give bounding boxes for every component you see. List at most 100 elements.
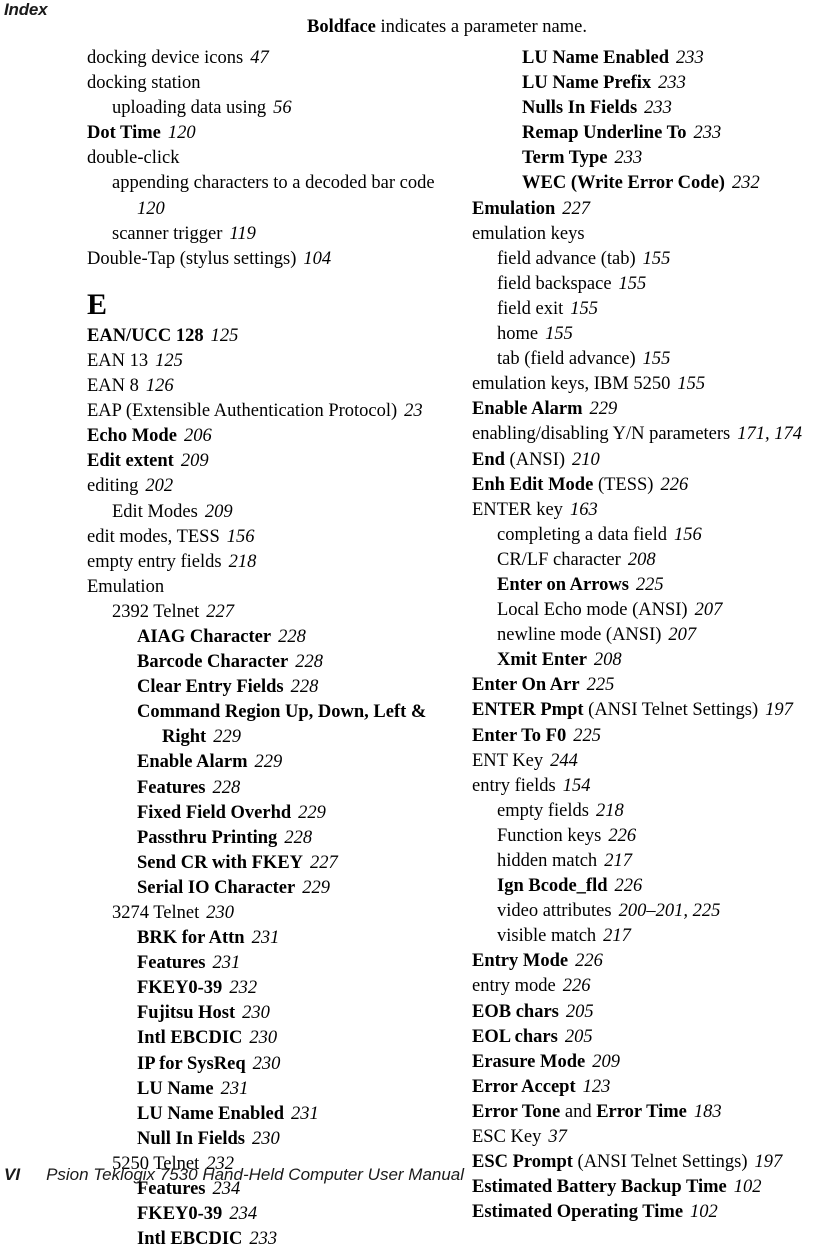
index-entry-term: empty entry fields <box>87 551 222 572</box>
index-entry-term-bold: LU Name Enabled <box>137 1103 284 1124</box>
index-entry-page: 230 <box>206 903 235 923</box>
index-entry-page: 233 <box>658 73 686 94</box>
index-entry-term: field backspace <box>497 273 612 294</box>
index-entry-term-bold: Echo Mode <box>87 426 177 447</box>
index-entry: Intl EBCDIC 230 <box>137 1026 457 1051</box>
index-entry-term-bold: Enter on Arrows <box>497 574 629 595</box>
index-entry-page: 231 <box>251 928 280 949</box>
index-entry-page: 104 <box>303 248 332 269</box>
index-entry: Edit Modes 209 <box>112 500 457 525</box>
index-entry: FKEY0-39 234 <box>137 1202 457 1227</box>
index-entry: EAN/UCC 128 125 <box>87 324 457 349</box>
index-entry-page: 226 <box>562 976 591 997</box>
boldface-note-text: indicates a parameter name. <box>375 17 587 37</box>
index-entry: entry mode 226 <box>472 974 834 999</box>
index-entry-term-bold: Remap Underline To <box>522 123 687 144</box>
index-entry: uploading data using 56 <box>112 96 457 121</box>
index-entry-page: 233 <box>693 123 722 144</box>
index-entry-page: 227 <box>310 852 338 873</box>
index-entry-term: Function keys <box>497 825 602 846</box>
index-entry-page: 125 <box>210 325 239 346</box>
index-entry: Features 231 <box>137 951 457 976</box>
index-entry-page: 233 <box>644 98 672 119</box>
index-entry-term: editing <box>87 476 139 497</box>
index-entry-page: 120 <box>137 198 165 219</box>
index-entry: Null In Fields 230 <box>137 1127 457 1152</box>
index-entry: Enter To F0 225 <box>472 724 834 749</box>
index-entry: Passthru Printing 228 <box>137 826 457 851</box>
index-entry-page: 126 <box>145 376 174 397</box>
index-entry-page: 232 <box>731 173 760 194</box>
index-entry-term: uploading data using <box>112 98 267 119</box>
index-entry-page: 225 <box>573 725 601 746</box>
index-entry: Function keys 226 <box>497 824 834 849</box>
index-entry-page: 233 <box>614 148 643 169</box>
index-entry-term: Double-Tap (stylus settings) <box>87 248 297 269</box>
index-entry: appending characters to a decoded bar co… <box>112 171 457 221</box>
index-entry-page: 228 <box>295 652 323 673</box>
index-entry: Erasure Mode 209 <box>472 1050 834 1075</box>
index-section-letter: E <box>87 287 108 321</box>
index-entry-page: 155 <box>545 324 573 345</box>
index-entry-term-bold: AIAG Character <box>137 626 272 647</box>
index-entry: Estimated Operating Time 102 <box>472 1200 834 1225</box>
index-entry: scanner trigger 119 <box>112 222 457 247</box>
index-entry-page: 123 <box>582 1076 611 1097</box>
index-entry-page: 205 <box>564 1026 593 1047</box>
index-entry-page: 233 <box>249 1229 278 1250</box>
index-entry-page: 217 <box>604 851 632 871</box>
index-entry-term-bold: Entry Mode <box>472 951 569 972</box>
index-entry: editing 202 <box>87 474 457 499</box>
index-entry: EAN 13 125 <box>87 349 457 374</box>
index-entry-page: 207 <box>694 600 723 621</box>
index-entry-page: 205 <box>565 1001 594 1022</box>
index-entry-page: 228 <box>290 677 319 698</box>
index-entry-page: 229 <box>298 802 326 823</box>
index-entry-page: 209 <box>592 1051 620 1072</box>
index-entry: empty fields 218 <box>497 799 834 824</box>
index-entry: AIAG Character 228 <box>137 625 457 650</box>
index-entry-page: 209 <box>180 451 209 472</box>
index-entry-term-bold: ENTER Pmpt <box>472 700 584 721</box>
index-entry: FKEY0-39 232 <box>137 976 457 1001</box>
index-entry: docking station <box>87 71 457 96</box>
index-entry-page: 155 <box>570 298 599 319</box>
index-entry: Error Tone and Error Time 183 <box>472 1100 834 1125</box>
index-entry-page: 230 <box>249 1028 278 1049</box>
index-entry: Edit extent 209 <box>87 449 457 474</box>
index-entry: emulation keys <box>472 222 834 247</box>
index-column-left: docking device icons 47 docking station upl… <box>87 46 457 1252</box>
index-entry-page: 229 <box>302 877 330 898</box>
index-entry-term-bold: Estimated Operating Time <box>472 1202 684 1223</box>
index-entry-term: ENTER key <box>472 499 563 520</box>
index-entry-term: 2392 Telnet <box>112 601 200 622</box>
index-entry-page: 202 <box>145 476 174 497</box>
index-entry-term: enabling/disabling Y/N parameters <box>472 424 731 445</box>
index-entry-term-bold: Ign Bcode_fld <box>497 876 608 897</box>
index-entry-term: entry mode <box>472 976 556 997</box>
index-entry-term: EAP (Extensible Authentication Protocol) <box>87 401 398 422</box>
index-entry-term: docking device icons <box>87 48 244 68</box>
index-entry-term-bold: Error Tone <box>472 1101 561 1122</box>
index-entry: Enter On Arr 225 <box>472 673 834 698</box>
index-entry-term: completing a data field <box>497 524 668 545</box>
index-entry-term-bold: Enh Edit Mode <box>472 474 594 495</box>
index-entry: ENTER Pmpt (ANSI Telnet Settings) 197 <box>472 698 834 723</box>
index-entry: Enable Alarm 229 <box>137 750 457 775</box>
index-entry-term-bold: Features <box>137 777 206 798</box>
index-entry-page: 229 <box>213 727 241 748</box>
index-entry-term-bold: Intl EBCDIC <box>137 1028 243 1049</box>
boldface-note-keyword: Boldface <box>307 17 376 37</box>
index-entry-term: video attributes <box>497 901 612 922</box>
index-entry: Ign Bcode_fld 226 <box>497 874 834 899</box>
index-entry-term-bold: Features <box>137 953 206 974</box>
index-entry: emulation keys, IBM 5250 155 <box>472 372 834 397</box>
index-entry-term: field exit <box>497 298 564 319</box>
index-entry: LU Name Enabled 233 <box>522 46 834 71</box>
index-entry-term-bold: Dot Time <box>87 123 161 144</box>
index-entry-term: double-click <box>87 148 180 169</box>
index-entry: tab (field advance) 155 <box>497 347 834 372</box>
index-entry-page: 206 <box>183 426 212 447</box>
index-entry: 3274 Telnet 230 <box>112 901 457 926</box>
index-entry-term: Emulation <box>87 576 165 597</box>
